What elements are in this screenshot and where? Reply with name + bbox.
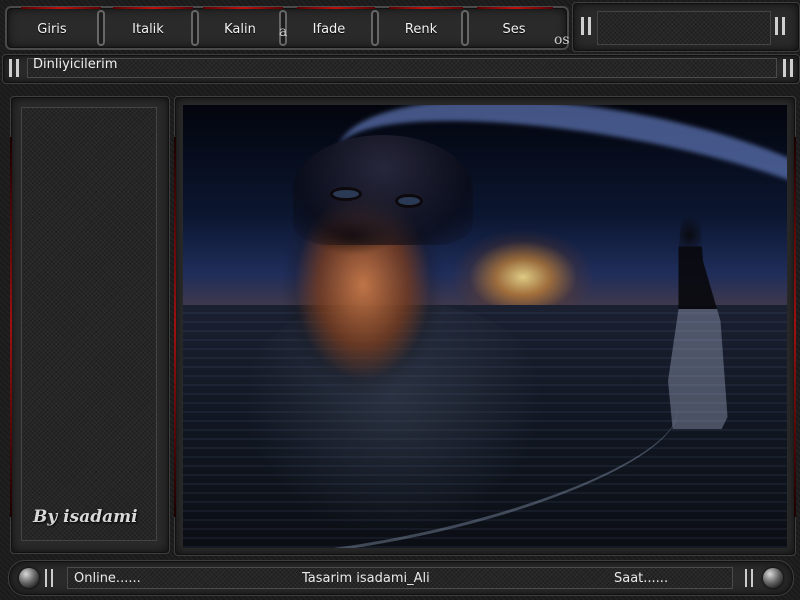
- accent-line: [389, 7, 463, 9]
- background-image: [183, 105, 787, 548]
- menu-item-kalin[interactable]: Kalin: [201, 12, 279, 46]
- grip-icon: [9, 59, 19, 77]
- status-bar: Online...... Tasarim isadami_Ali Saat...…: [8, 560, 794, 596]
- knob-icon[interactable]: [763, 568, 783, 588]
- left-panel: By isadami: [10, 96, 170, 554]
- main-panel: [174, 96, 796, 556]
- menu-separator: [371, 10, 379, 46]
- clock-display: Saat......: [614, 571, 669, 586]
- online-status: Online......: [74, 571, 141, 586]
- accent-line: [794, 137, 796, 517]
- grip-icon: [775, 17, 785, 35]
- menu-item-giris[interactable]: Giris: [11, 12, 93, 46]
- eye: [398, 197, 420, 205]
- listeners-bar: Dinliyicilerim: [2, 54, 800, 84]
- decor-a-glyph: a: [279, 24, 288, 40]
- accent-line: [477, 7, 553, 9]
- accent-line: [203, 7, 283, 9]
- grip-icon: [783, 59, 793, 77]
- menu-separator: [461, 10, 469, 46]
- hair: [293, 135, 473, 245]
- status-field: Online...... Tasarim isadami_Ali Saat...…: [67, 567, 733, 589]
- accent-line: [10, 137, 12, 517]
- knob-icon[interactable]: [19, 568, 39, 588]
- eye: [333, 190, 359, 198]
- signature-logo: By isadami: [33, 507, 138, 527]
- user-list[interactable]: [21, 107, 157, 541]
- design-credit: Tasarim isadami_Ali: [302, 571, 430, 586]
- decor-os-glyph: os: [554, 32, 570, 48]
- accent-line: [174, 137, 176, 517]
- top-right-panel: [572, 2, 800, 52]
- accent-line: [297, 7, 375, 9]
- grip-icon: [581, 17, 591, 35]
- menu-item-ses[interactable]: Ses: [471, 12, 557, 46]
- listeners-label: Dinliyicilerim: [33, 57, 118, 72]
- listeners-field[interactable]: [27, 58, 777, 78]
- menu-item-renk[interactable]: Renk: [381, 12, 461, 46]
- menu-separator: [191, 10, 199, 46]
- accent-line: [21, 7, 101, 9]
- top-right-field: [597, 11, 771, 45]
- menu-separator: [97, 10, 105, 46]
- menu-item-ifade[interactable]: Ifade: [289, 12, 369, 46]
- grip-icon: [745, 569, 753, 587]
- accent-line: [113, 7, 193, 9]
- menu-item-italik[interactable]: Italik: [107, 12, 189, 46]
- grip-icon: [45, 569, 53, 587]
